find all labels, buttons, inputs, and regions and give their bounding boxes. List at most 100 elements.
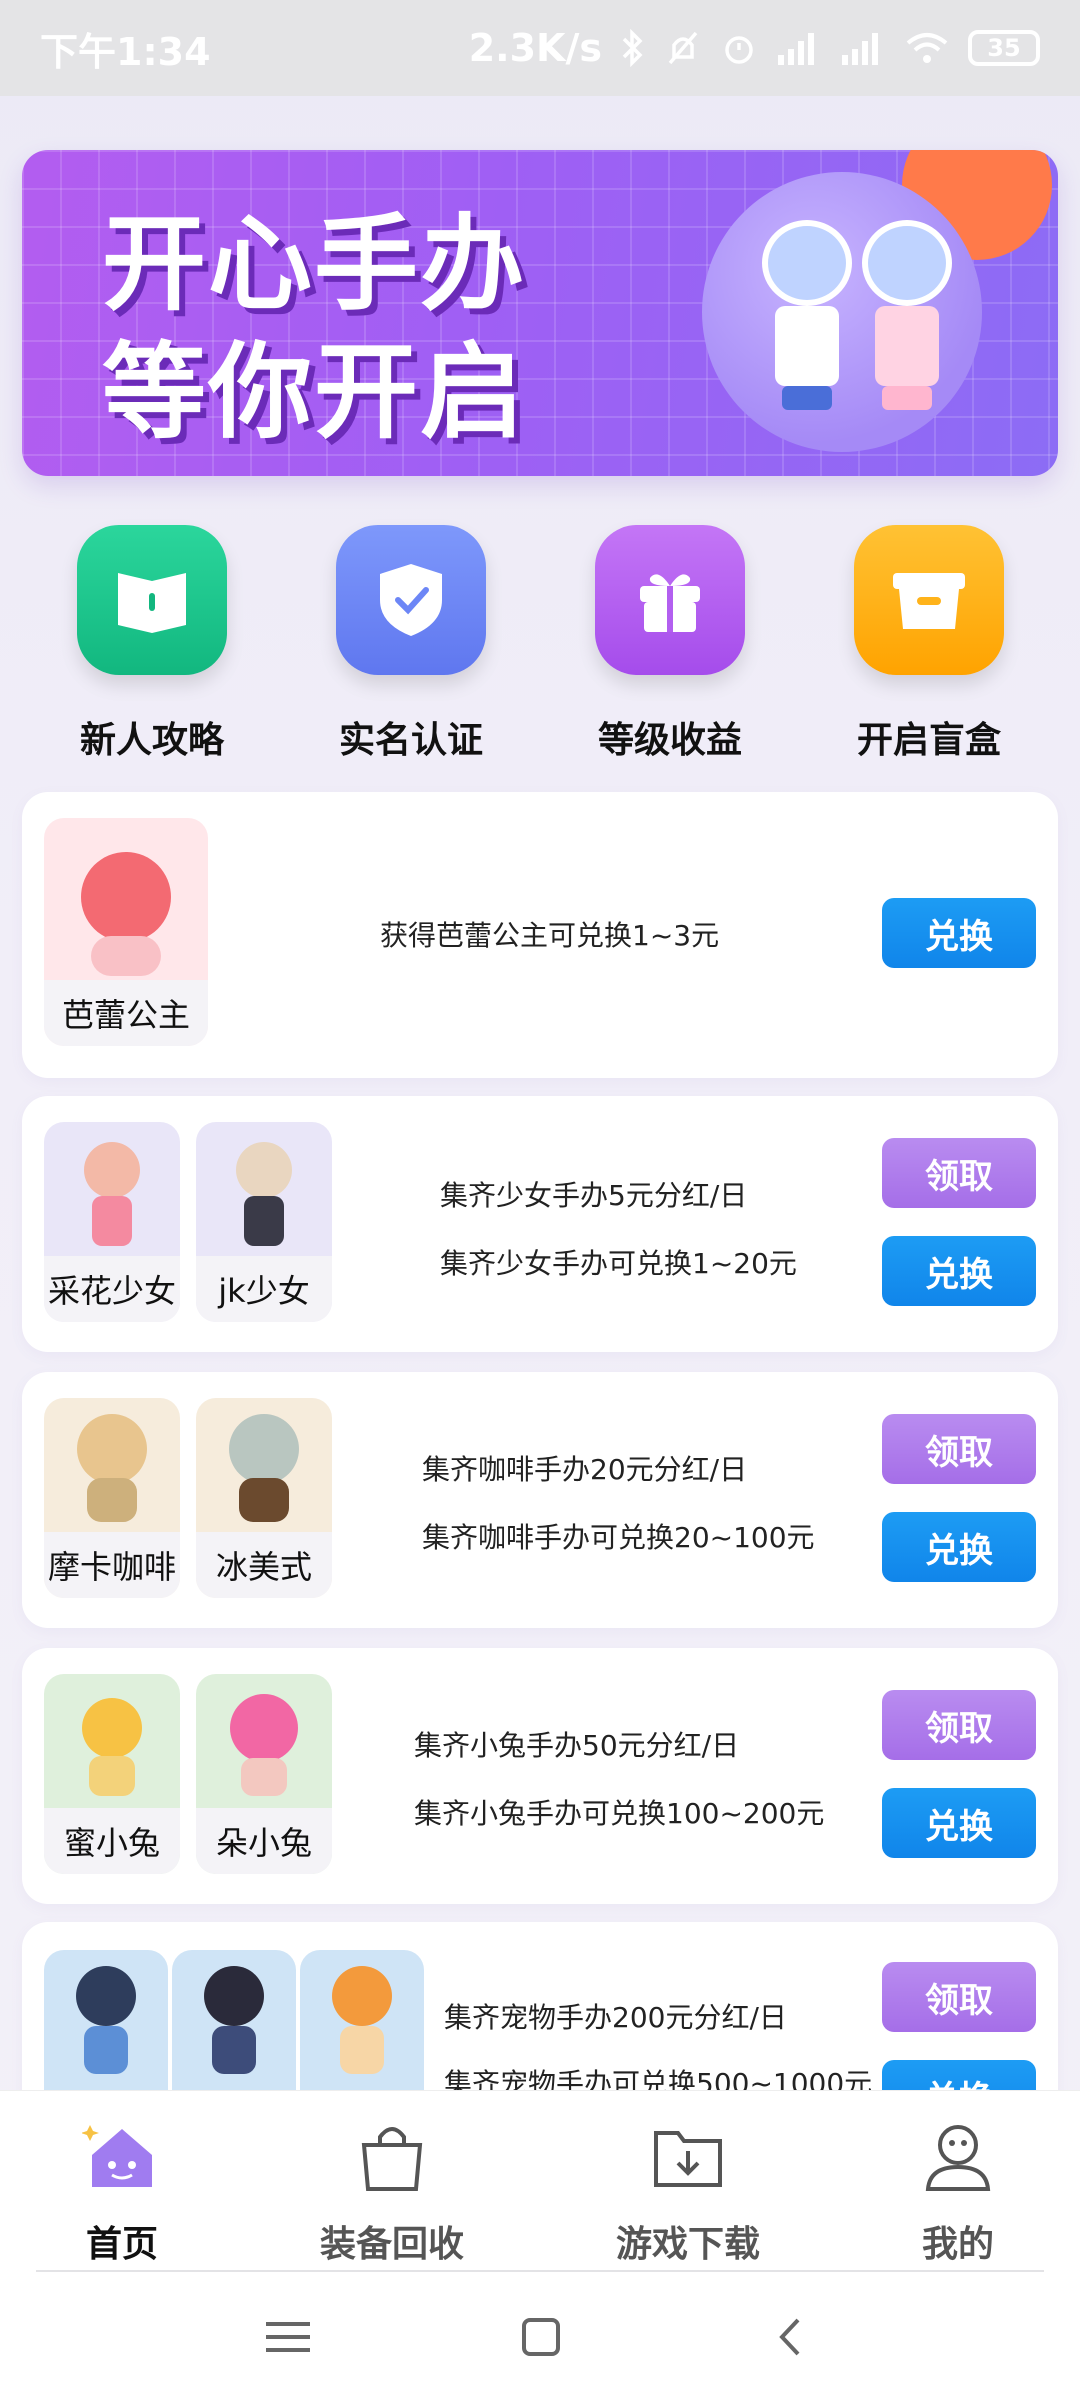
status-bar: 下午1:34 2.3K/s 35 xyxy=(0,0,1080,96)
box-icon xyxy=(854,525,1004,675)
exchange-button[interactable]: 兑换 xyxy=(882,898,1036,968)
reward-card-ballet: 芭蕾公主 获得芭蕾公主可兑换1~3元 兑换 xyxy=(22,792,1058,1078)
figure-name: 朵小兔 xyxy=(196,1808,332,1874)
figure-image xyxy=(77,1414,147,1484)
battery-indicator: 35 xyxy=(968,30,1040,66)
banner-title-line1: 开心手办 xyxy=(102,203,527,325)
nav-label: 我的 xyxy=(921,2224,994,2265)
nav-mine[interactable]: 我的 xyxy=(848,2117,1068,2267)
signal-icon-2 xyxy=(842,33,878,65)
nav-label: 游戏下载 xyxy=(615,2224,760,2265)
figure-thumb[interactable] xyxy=(300,1950,424,2110)
figure-body xyxy=(212,2026,256,2074)
figure-image xyxy=(84,1142,140,1198)
system-navigation-bar xyxy=(0,2272,1080,2400)
nav-recycle[interactable]: 装备回收 xyxy=(282,2117,502,2267)
quick-action-guide[interactable]: 新人攻略 xyxy=(52,525,252,763)
figure-image xyxy=(81,852,171,942)
figure-image xyxy=(204,1966,264,2026)
status-time: 下午1:34 xyxy=(40,29,211,74)
claim-button[interactable]: 领取 xyxy=(882,1138,1036,1208)
figure-body xyxy=(340,2026,384,2074)
figure-body xyxy=(87,1478,137,1522)
figure-image xyxy=(229,1414,299,1484)
figure-image xyxy=(82,1698,142,1758)
dividend-description: 集齐宠物手办200元分红/日 xyxy=(444,2001,787,2034)
quick-action-blindbox[interactable]: 开启盲盒 xyxy=(829,525,1029,763)
figure-image xyxy=(236,1142,292,1198)
reward-card-coffee: 摩卡咖啡 冰美式 集齐咖啡手办20元分红/日 集齐咖啡手办可兑换20~100元 … xyxy=(22,1372,1058,1628)
wifi-icon xyxy=(906,33,948,63)
figure-thumb[interactable] xyxy=(172,1950,296,2110)
exchange-description: 集齐咖啡手办可兑换20~100元 xyxy=(422,1521,815,1554)
exchange-button[interactable]: 兑换 xyxy=(882,1236,1036,1306)
figure-name: 蜜小兔 xyxy=(44,1808,180,1874)
dividend-description: 集齐少女手办5元分红/日 xyxy=(440,1179,748,1212)
home-icon xyxy=(81,2117,162,2197)
quick-actions: 新人攻略 实名认证 等级收益 开启盲盒 xyxy=(0,525,1080,765)
figure-skirt xyxy=(91,936,161,976)
banner-title-line2: 等你开启 xyxy=(102,331,527,453)
dividend-description: 集齐小兔手办50元分红/日 xyxy=(414,1729,740,1762)
claim-button[interactable]: 领取 xyxy=(882,1690,1036,1760)
figure-thumb[interactable]: 采花少女 xyxy=(44,1122,180,1322)
quick-action-label: 开启盲盒 xyxy=(856,720,1001,761)
status-right: 2.3K/s 35 xyxy=(469,26,1040,70)
figure-image xyxy=(76,1966,136,2026)
figure-thumb[interactable]: 芭蕾公主 xyxy=(44,818,208,1046)
banner-doll-right xyxy=(862,220,952,410)
alarm-icon xyxy=(725,36,753,64)
download-folder-icon xyxy=(648,2117,728,2197)
net-speed: 2.3K/s xyxy=(468,26,602,70)
figure-body xyxy=(244,1196,284,1246)
figure-image xyxy=(230,1694,298,1762)
mute-bell-icon xyxy=(668,31,698,65)
bluetooth-icon xyxy=(622,29,643,67)
shield-check-icon xyxy=(336,525,486,675)
figure-thumb[interactable]: 蜜小兔 xyxy=(44,1674,180,1874)
exchange-button[interactable]: 兑换 xyxy=(882,1788,1036,1858)
quick-action-label: 等级收益 xyxy=(597,720,742,761)
signal-icon xyxy=(778,33,814,65)
nav-label: 装备回收 xyxy=(319,2224,464,2265)
figure-body xyxy=(92,1196,132,1246)
reward-card-girls: 采花少女 jk少女 集齐少女手办5元分红/日 集齐少女手办可兑换1~20元 领取… xyxy=(22,1096,1058,1352)
figure-body xyxy=(84,2026,128,2074)
reward-description: 获得芭蕾公主可兑换1~3元 xyxy=(380,919,720,952)
nav-home[interactable]: 首页 xyxy=(12,2117,232,2267)
figure-thumb[interactable]: 朵小兔 xyxy=(196,1674,332,1874)
figure-name: 芭蕾公主 xyxy=(44,980,208,1046)
home-square-icon[interactable] xyxy=(510,2312,570,2362)
promo-banner[interactable]: 开心手办 等你开启 xyxy=(22,150,1058,476)
figure-name: jk少女 xyxy=(196,1256,332,1322)
nav-download[interactable]: 游戏下载 xyxy=(578,2117,798,2267)
figure-thumb[interactable]: jk少女 xyxy=(196,1122,332,1322)
claim-button[interactable]: 领取 xyxy=(882,1414,1036,1484)
dividend-description: 集齐咖啡手办20元分红/日 xyxy=(422,1453,748,1486)
exchange-description: 集齐少女手办可兑换1~20元 xyxy=(440,1247,797,1280)
book-icon xyxy=(77,525,227,675)
back-icon[interactable] xyxy=(762,2312,822,2362)
figure-name: 冰美式 xyxy=(196,1532,332,1598)
exchange-button[interactable]: 兑换 xyxy=(882,1512,1036,1582)
quick-action-label: 实名认证 xyxy=(338,720,483,761)
figure-body xyxy=(239,1478,289,1522)
exchange-description: 集齐小兔手办可兑换100~200元 xyxy=(414,1797,825,1830)
quick-action-level[interactable]: 等级收益 xyxy=(570,525,770,763)
shopping-bag-icon xyxy=(352,2117,432,2197)
figure-body xyxy=(241,1758,287,1796)
claim-button[interactable]: 领取 xyxy=(882,1962,1036,2032)
nav-label: 首页 xyxy=(85,2224,158,2265)
figure-name: 采花少女 xyxy=(44,1256,180,1322)
banner-title: 开心手办 等你开启 xyxy=(102,200,526,456)
menu-icon[interactable] xyxy=(258,2312,318,2362)
gift-icon xyxy=(595,525,745,675)
quick-action-label: 新人攻略 xyxy=(79,720,224,761)
figure-thumb[interactable]: 冰美式 xyxy=(196,1398,332,1598)
figure-name: 摩卡咖啡 xyxy=(44,1532,180,1598)
figure-thumb[interactable]: 摩卡咖啡 xyxy=(44,1398,180,1598)
quick-action-verify[interactable]: 实名认证 xyxy=(311,525,511,763)
reward-card-rabbit: 蜜小兔 朵小兔 集齐小兔手办50元分红/日 集齐小兔手办可兑换100~200元 … xyxy=(22,1648,1058,1904)
figure-thumb[interactable] xyxy=(44,1950,168,2110)
figure-image xyxy=(332,1966,392,2026)
